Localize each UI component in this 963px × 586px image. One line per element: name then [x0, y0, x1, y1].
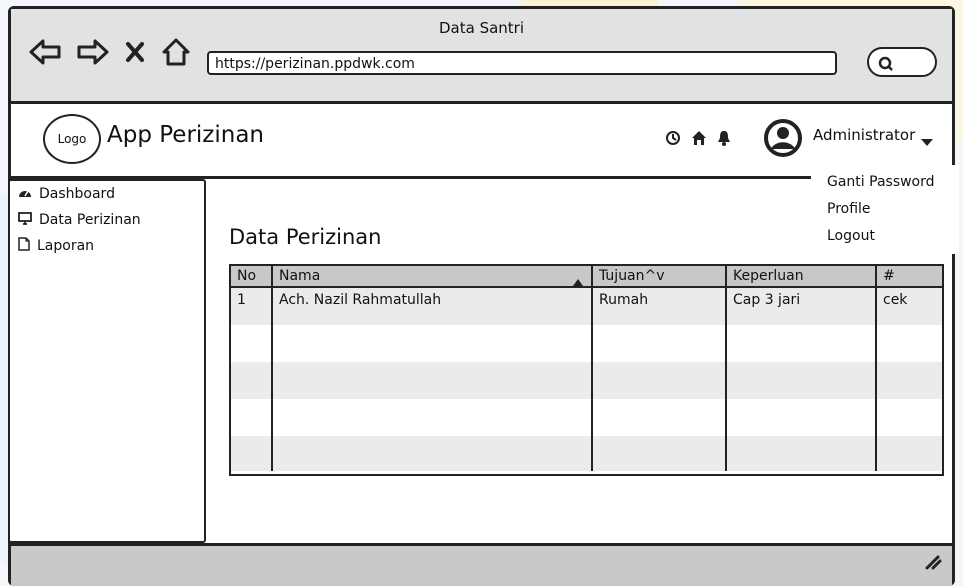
user-dropdown-menu: Ganti Password Profile Logout [811, 165, 959, 254]
column-header-keperluan[interactable]: Keperluan [727, 266, 877, 286]
sidebar-item-label: Laporan [37, 238, 95, 254]
chevron-down-icon[interactable] [921, 132, 933, 151]
column-header-nama[interactable]: Nama [273, 266, 593, 286]
resize-handle-icon[interactable] [924, 554, 942, 574]
window-title: Data Santri [438, 19, 525, 37]
menu-item-logout[interactable]: Logout [815, 223, 955, 250]
table-row [231, 436, 942, 471]
check-link[interactable]: cek [877, 288, 942, 325]
cell-nama: Ach. Nazil Rahmatullah [273, 288, 593, 325]
sidebar-item-laporan[interactable]: Laporan [10, 233, 204, 259]
forward-icon[interactable] [77, 38, 109, 66]
table-header: No Nama Tujuan^v Keperluan # [231, 266, 942, 288]
browser-window: Data Santri https://perizinan.ppdwk.com … [8, 6, 959, 586]
sidebar-item-data-perizinan[interactable]: Data Perizinan [10, 207, 204, 233]
search-button[interactable] [867, 47, 937, 77]
column-header-no[interactable]: No [231, 266, 273, 286]
cell-keperluan: Cap 3 jari [727, 288, 877, 325]
address-bar[interactable]: https://perizinan.ppdwk.com [207, 51, 837, 75]
sidebar-item-dashboard[interactable]: Dashboard [10, 181, 204, 207]
sidebar: Dashboard Data Perizinan Laporan [8, 179, 206, 543]
menu-item-ganti-password[interactable]: Ganti Password [815, 169, 955, 196]
table-row [231, 325, 942, 362]
status-bar [11, 543, 952, 586]
header-icons [665, 130, 731, 150]
page-title: Data Perizinan [229, 225, 382, 249]
column-header-tujuan[interactable]: Tujuan^v [593, 266, 727, 286]
sidebar-item-label: Dashboard [39, 186, 115, 202]
bell-icon[interactable] [717, 130, 731, 150]
monitor-icon [18, 211, 32, 229]
close-icon[interactable] [125, 41, 145, 63]
table-row [231, 399, 942, 436]
column-header-label: Nama [279, 268, 321, 284]
sidebar-item-label: Data Perizinan [39, 212, 141, 228]
home-icon[interactable] [691, 130, 707, 150]
browser-nav [29, 37, 191, 67]
table-row [231, 362, 942, 399]
user-name[interactable]: Administrator [813, 126, 915, 144]
document-icon [18, 237, 30, 255]
app-title: App Perizinan [107, 122, 265, 148]
home-icon[interactable] [161, 37, 191, 67]
cell-tujuan: Rumah [593, 288, 727, 325]
menu-item-profile[interactable]: Profile [815, 196, 955, 223]
table-row[interactable]: 1 Ach. Nazil Rahmatullah Rumah Cap 3 jar… [231, 288, 942, 325]
data-table: No Nama Tujuan^v Keperluan # 1 Ach. Nazi… [229, 264, 944, 476]
back-icon[interactable] [29, 38, 61, 66]
clock-icon[interactable] [665, 130, 681, 150]
cell-no: 1 [231, 288, 273, 325]
avatar-icon[interactable] [763, 118, 803, 162]
column-header-action: # [883, 268, 895, 284]
logo: Logo [43, 114, 101, 164]
browser-chrome: Data Santri https://perizinan.ppdwk.com [11, 9, 952, 104]
dashboard-icon [18, 186, 32, 202]
